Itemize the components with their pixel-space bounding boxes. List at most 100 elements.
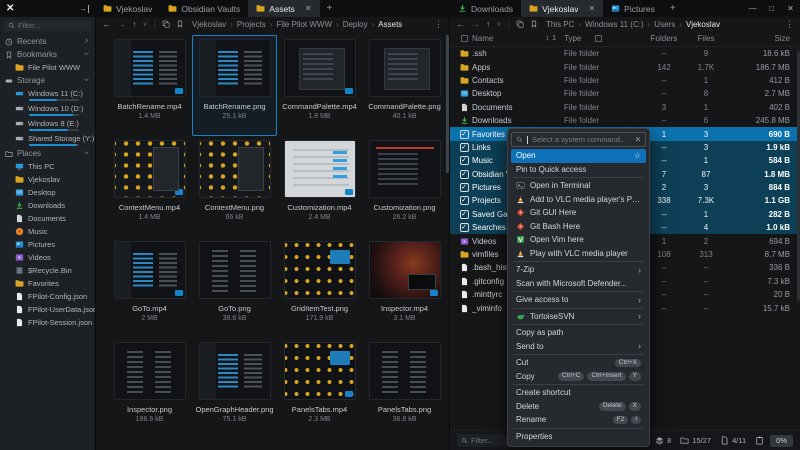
select-all-checkbox[interactable] (461, 35, 468, 42)
chevron-right-icon[interactable] (83, 37, 90, 46)
grid-item-goto-png[interactable]: GoTo.png38.6 kB (192, 237, 277, 338)
table-row-apps[interactable]: AppsFile folder1421.7K186.7 MB (450, 60, 800, 73)
breadcrumb-windows-11-c[interactable]: Windows 11 (C:) (585, 20, 644, 29)
menu-item-open[interactable]: Open☆ (511, 149, 646, 163)
history-dropdown-icon[interactable]: ∨ (143, 21, 148, 28)
column-header-folders[interactable]: Folders (644, 34, 684, 43)
sidebar-item-windows-8-e[interactable]: Windows 8 (E:) (0, 117, 95, 132)
sidebar-item-pictures[interactable]: Pictures (0, 238, 95, 251)
up-icon[interactable]: ↑ (132, 20, 137, 29)
grid-item-panelstabs-mp4[interactable]: PanelsTabs.mp42.3 MB (277, 338, 362, 439)
table-row-documents[interactable]: DocumentsFile folder31402 B (450, 101, 800, 114)
sidebar-item-documents[interactable]: Documents (0, 212, 95, 225)
tab-pictures[interactable]: Pictures (603, 0, 663, 17)
tab-vjekoslav[interactable]: Vjekoslav (95, 0, 160, 17)
chevron-down-icon[interactable] (83, 149, 90, 158)
grid-item-goto-mp4[interactable]: GoTo.mp42 MB (107, 237, 192, 338)
sidebar-item-recycle-bin[interactable]: $Recycle.Bin (0, 264, 95, 277)
bookmark-add-icon[interactable] (530, 20, 538, 28)
back-icon[interactable]: ← (102, 20, 111, 29)
tab-obsidian-vaults[interactable]: Obsidian Vaults (160, 0, 248, 17)
tab-close-icon[interactable]: ✕ (305, 4, 312, 13)
type-filter-icon[interactable] (595, 35, 602, 42)
breadcrumb-vjekoslav[interactable]: Vjekoslav (192, 20, 226, 29)
new-tab-button[interactable]: + (663, 0, 683, 17)
table-row-ssh[interactable]: .sshFile folder--918.6 kB (450, 47, 800, 60)
sidebar-section-bookmarks[interactable]: Bookmarks (0, 48, 95, 61)
tab-assets[interactable]: Assets✕ (248, 0, 319, 17)
row-checkbox[interactable]: ✓ (460, 183, 469, 192)
grid-item-panelstabs-png[interactable]: PanelsTabs.png36.8 kB (362, 338, 447, 439)
breadcrumb-assets[interactable]: Assets (378, 20, 402, 29)
menu-item-cut[interactable]: CutCtrl+X (511, 356, 646, 370)
table-row-downloads[interactable]: DownloadsFile folder--6245.8 MB (450, 114, 800, 127)
copy-path-icon[interactable] (162, 20, 170, 28)
menu-item-7-zip[interactable]: 7-Zip› (511, 263, 646, 277)
history-dropdown-icon[interactable]: ∨ (497, 21, 502, 28)
breadcrumb-users[interactable]: Users (654, 20, 675, 29)
breadcrumb-file-pilot-www[interactable]: File Pilot WWW (276, 20, 332, 29)
breadcrumb-deploy[interactable]: Deploy (343, 20, 368, 29)
grid-item-contextmenu-mp4[interactable]: ContextMenu.mp41.4 MB (107, 136, 192, 237)
sidebar-item-fpilot-session-json[interactable]: FPilot-Session.json (0, 316, 95, 329)
sidebar-filter-input[interactable]: Filter... (4, 20, 91, 31)
forward-icon[interactable]: → (471, 20, 480, 29)
grid-item-inspector-png[interactable]: Inspector.png186.9 kB (107, 338, 192, 439)
grid-item-griditemtest-png[interactable]: GridItemTest.png171.9 kB (277, 237, 362, 338)
grid-item-batchrename-mp4[interactable]: BatchRename.mp41.4 MB (107, 35, 192, 136)
sidebar-item-downloads[interactable]: Downloads (0, 199, 95, 212)
collapse-sidebar-icon[interactable]: → (79, 5, 89, 13)
sidebar-section-recents[interactable]: Recents (0, 35, 95, 48)
row-checkbox[interactable]: ✓ (460, 143, 469, 152)
menu-item-properties[interactable]: Properties (511, 430, 646, 444)
row-checkbox[interactable]: ✓ (460, 130, 469, 139)
new-tab-button[interactable]: + (320, 0, 340, 17)
menu-item-delete[interactable]: DeleteDeleteX (511, 400, 646, 414)
minimize-button[interactable]: — (743, 0, 762, 17)
sidebar-item-favorites[interactable]: Favorites (0, 277, 95, 290)
grid-item-customization-png[interactable]: Customization.png26.2 kB (362, 136, 447, 237)
back-icon[interactable]: ← (456, 20, 465, 29)
breadcrumb-projects[interactable]: Projects (237, 20, 266, 29)
sidebar-item-shared-storage-y[interactable]: Shared Storage (Y:) (0, 132, 95, 147)
grid-item-commandpalette-png[interactable]: CommandPalette.png40.1 kB (362, 35, 447, 136)
table-row-desktop[interactable]: DesktopFile folder--82.7 MB (450, 87, 800, 100)
up-icon[interactable]: ↑ (486, 20, 491, 29)
row-checkbox[interactable]: ✓ (460, 196, 469, 205)
column-header-files[interactable]: Files (684, 34, 728, 43)
sidebar-item-desktop[interactable]: Desktop (0, 186, 95, 199)
table-row-contacts[interactable]: ContactsFile folder--1412 B (450, 74, 800, 87)
sidebar-item-fpilot-config-json[interactable]: FPilot-Config.json (0, 290, 95, 303)
maximize-button[interactable]: □ (762, 0, 781, 17)
bookmark-add-icon[interactable] (176, 20, 184, 28)
menu-item-send-to[interactable]: Send to› (511, 340, 646, 354)
menu-item-git-gui-here[interactable]: Git GUI Here (511, 206, 646, 220)
row-checkbox[interactable]: ✓ (460, 156, 469, 165)
menu-item-copy[interactable]: CopyCtrl+CCtrl+InsertY (511, 370, 646, 384)
grid-item-batchrename-png[interactable]: BatchRename.png25.1 kB (192, 35, 277, 136)
sidebar-item-file-pilot-www[interactable]: File Pilot WWW (0, 61, 95, 74)
menu-item-open-vim-here[interactable]: Open Vim here (511, 233, 646, 247)
grid-item-commandpalette-mp4[interactable]: CommandPalette.mp41.8 MB (277, 35, 362, 136)
menu-item-play-with-vlc-media-player[interactable]: Play with VLC media player (511, 247, 646, 261)
row-checkbox[interactable]: ✓ (460, 210, 469, 219)
menu-item-rename[interactable]: RenameF2I (511, 413, 646, 427)
close-button[interactable]: ✕ (781, 0, 800, 17)
menu-item-give-access-to[interactable]: Give access to› (511, 293, 646, 307)
tab-vjekoslav[interactable]: Vjekoslav✕ (521, 0, 603, 17)
more-options-icon[interactable]: ⋮ (434, 19, 443, 30)
menu-item-create-shortcut[interactable]: Create shortcut (511, 386, 646, 400)
chevron-down-icon[interactable] (83, 76, 90, 85)
sidebar-item-this-pc[interactable]: This PC (0, 160, 95, 173)
menu-item-copy-as-path[interactable]: Copy as path (511, 326, 646, 340)
sidebar-item-windows-10-d[interactable]: Windows 10 (D:) (0, 102, 95, 117)
close-icon[interactable]: ✕ (635, 135, 641, 144)
breadcrumb-vjekoslav[interactable]: Vjekoslav (686, 20, 720, 29)
menu-item-scan-with-microsoft-defender[interactable]: Scan with Microsoft Defender... (511, 277, 646, 291)
grid-item-customization-mp4[interactable]: Customization.mp42.4 MB (277, 136, 362, 237)
row-checkbox[interactable]: ✓ (460, 223, 469, 232)
grid-item-contextmenu-png[interactable]: ContextMenu.png66 kB (192, 136, 277, 237)
menu-item-git-bash-here[interactable]: Git Bash Here (511, 220, 646, 234)
sidebar-item-fpilot-userdata-json[interactable]: FPilot-UserData.json (0, 303, 95, 316)
breadcrumb-this-pc[interactable]: This PC (546, 20, 574, 29)
